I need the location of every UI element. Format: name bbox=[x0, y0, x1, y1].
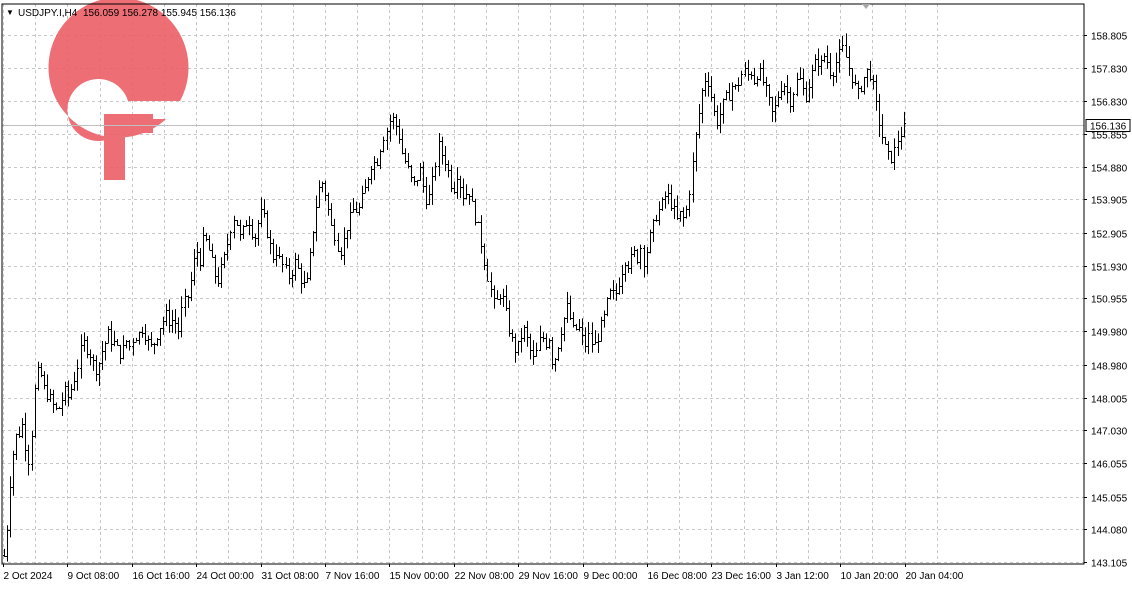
x-tick-label: 31 Oct 08:00 bbox=[262, 571, 320, 582]
y-tick-label: 156.830 bbox=[1091, 98, 1128, 109]
y-tick-label: 152.905 bbox=[1091, 230, 1128, 241]
x-tick-label: 15 Nov 00:00 bbox=[390, 571, 450, 582]
x-tick-label: 16 Oct 16:00 bbox=[133, 571, 191, 582]
x-tick-label: 2 Oct 2024 bbox=[4, 571, 53, 582]
x-tick-label: 7 Nov 16:00 bbox=[326, 571, 380, 582]
x-tick-label: 23 Dec 16:00 bbox=[712, 571, 772, 582]
x-tick-label: 9 Dec 00:00 bbox=[584, 571, 638, 582]
x-tick-label: 29 Nov 16:00 bbox=[519, 571, 579, 582]
x-tick-label: 9 Oct 08:00 bbox=[68, 571, 120, 582]
y-tick-label: 146.055 bbox=[1091, 460, 1128, 471]
y-tick-label: 147.030 bbox=[1091, 427, 1128, 438]
y-tick-label: 151.930 bbox=[1091, 263, 1128, 274]
x-tick-label: 10 Jan 20:00 bbox=[841, 571, 899, 582]
y-tick-label: 144.080 bbox=[1091, 526, 1128, 537]
y-tick-label: 143.105 bbox=[1091, 559, 1128, 570]
symbol-label: USDJPY.I,H4 bbox=[18, 8, 78, 19]
x-tick-label: 3 Jan 12:00 bbox=[777, 571, 830, 582]
y-tick-label: 153.905 bbox=[1091, 196, 1128, 207]
y-tick-label: 148.005 bbox=[1091, 395, 1128, 406]
x-tick-label: 24 Oct 00:00 bbox=[197, 571, 255, 582]
y-tick-label: 150.955 bbox=[1091, 295, 1128, 306]
y-tick-label: 158.805 bbox=[1091, 32, 1128, 43]
chart-header: ▼ USDJPY.I,H4 156.059 156.278 155.945 15… bbox=[6, 8, 236, 19]
y-tick-label: 149.980 bbox=[1091, 328, 1128, 339]
current-price-label: 156.136 bbox=[1090, 122, 1127, 133]
chart-area[interactable]: 158.805 157.830 156.830 155.855 154.880 153.9… bbox=[0, 0, 1132, 589]
ohlc-chart[interactable]: 158.805157.830156.830155.855154.880153.9… bbox=[0, 0, 1132, 589]
y-tick-label: 157.830 bbox=[1091, 65, 1128, 76]
y-tick-label: 148.980 bbox=[1091, 362, 1128, 373]
current-price-tag: 156.136 bbox=[1085, 119, 1131, 133]
ohlc-values: 156.059 156.278 155.945 156.136 bbox=[83, 8, 236, 19]
x-tick-label: 22 Nov 08:00 bbox=[455, 571, 515, 582]
x-tick-label: 20 Jan 04:00 bbox=[906, 571, 964, 582]
y-tick-label: 154.880 bbox=[1091, 164, 1128, 175]
chart-menu-arrow-icon[interactable]: ▼ bbox=[6, 8, 14, 17]
x-tick-label: 16 Dec 08:00 bbox=[648, 571, 708, 582]
y-tick-label: 145.055 bbox=[1091, 494, 1128, 505]
